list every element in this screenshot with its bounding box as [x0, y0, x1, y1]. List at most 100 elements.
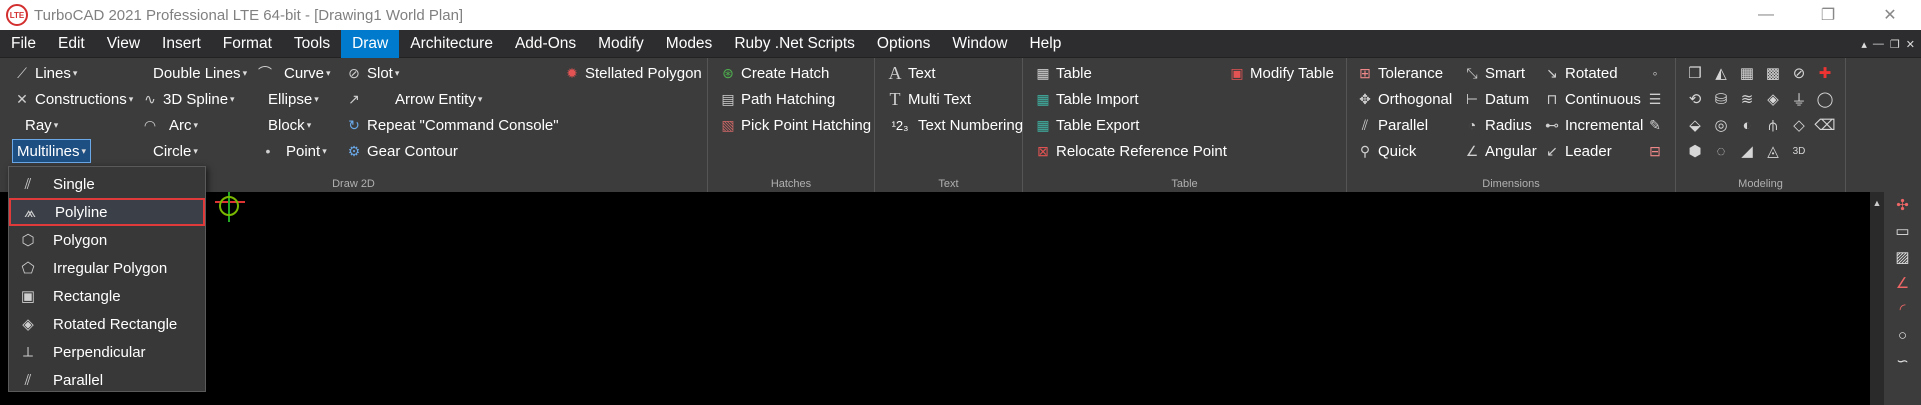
radius-dimension-button[interactable]: ◔ Radius [1462, 113, 1532, 137]
prism-icon[interactable]: ⫛ [1762, 114, 1784, 136]
menu-item-perpendicular[interactable]: ⟂ Perpendicular [9, 338, 205, 366]
fillet-icon[interactable]: ◐ [1736, 114, 1758, 136]
eraser-icon[interactable]: ⌫ [1814, 114, 1836, 136]
cube-icon[interactable]: ⬢ [1684, 140, 1706, 162]
gear-contour-button[interactable]: ⚙ Gear Contour [344, 139, 458, 163]
cylinder-icon[interactable]: ⛁ [1710, 88, 1732, 110]
continuous-dimension-button[interactable]: ⊓ Continuous [1542, 87, 1641, 111]
menu-item-parallel[interactable]: ⫽ Parallel [9, 366, 205, 394]
datum-dimension-button[interactable]: ⊢ Datum [1462, 87, 1529, 111]
lines-button[interactable]: ⟋ Lines ▾ [12, 61, 77, 85]
menu-add-ons[interactable]: Add-Ons [504, 30, 587, 58]
torus-icon[interactable]: ◎ [1710, 114, 1732, 136]
shade-icon[interactable]: ◢ [1736, 140, 1758, 162]
scroll-up-icon[interactable]: ▲ [1870, 192, 1884, 208]
menu-tools[interactable]: Tools [283, 30, 341, 58]
menu-item-rotated-rectangle[interactable]: ◈ Rotated Rectangle [9, 310, 205, 338]
menu-modes[interactable]: Modes [655, 30, 724, 58]
stellated-polygon-button[interactable]: ✹ Stellated Polygon [562, 61, 702, 85]
doc-restore-icon[interactable]: ❐ [1890, 38, 1900, 51]
rectangle-tool-icon[interactable]: ▭ [1884, 218, 1921, 244]
draft-icon[interactable]: ◬ [1762, 140, 1784, 162]
close-button[interactable]: ✕ [1859, 0, 1921, 30]
revolve-icon[interactable]: ⟲ [1684, 88, 1706, 110]
text-button[interactable]: A Text [885, 61, 936, 85]
drawing-canvas[interactable] [0, 192, 1870, 405]
ray-button[interactable]: Ray ▾ [25, 113, 58, 137]
ribbon-collapse-icon[interactable]: ▴ [1861, 38, 1867, 51]
create-hatch-button[interactable]: ⊛ Create Hatch [718, 61, 829, 85]
shell-icon[interactable]: ◈ [1762, 88, 1784, 110]
doc-close-icon[interactable]: ✕ [1906, 38, 1915, 51]
dim-extra-3-button[interactable]: ✎ [1645, 113, 1668, 137]
slice-icon[interactable]: ◇ [1788, 114, 1810, 136]
image-tool-icon[interactable]: ▨ [1884, 244, 1921, 270]
menu-format[interactable]: Format [212, 30, 283, 58]
menu-draw[interactable]: Draw [341, 29, 400, 58]
minimize-button[interactable]: — [1735, 0, 1797, 30]
parallel-dimension-button[interactable]: ⫽ Parallel [1355, 113, 1428, 137]
repeat-command-console-button[interactable]: ↻ Repeat "Command Console" [344, 113, 558, 137]
incremental-dimension-button[interactable]: ⊷ Incremental [1542, 113, 1643, 137]
ellipse-button[interactable]: Ellipse ▾ [268, 87, 319, 111]
multi-text-button[interactable]: T Multi Text [885, 87, 972, 111]
block-button[interactable]: Block ▾ [268, 113, 311, 137]
menu-view[interactable]: View [96, 30, 151, 58]
dim-extra-1-button[interactable]: ◦ [1645, 61, 1668, 85]
text-3d-icon[interactable]: 3D [1788, 140, 1810, 162]
sphere-icon[interactable]: ◯ [1814, 88, 1836, 110]
box-icon[interactable]: ❒ [1684, 62, 1706, 84]
dim-extra-2-button[interactable]: ☰ [1645, 87, 1668, 111]
menu-item-polyline[interactable]: ⩕ Polyline [9, 198, 205, 226]
rotated-dimension-button[interactable]: ↘ Rotated [1542, 61, 1617, 85]
snap-icon[interactable]: ✣ [1884, 192, 1921, 218]
menu-help[interactable]: Help [1018, 30, 1072, 58]
tolerance-button[interactable]: ⊞ Tolerance [1355, 61, 1443, 85]
quick-dimension-button[interactable]: ⚲ Quick [1355, 139, 1416, 163]
multilines-button[interactable]: Multilines ▾ [12, 139, 92, 163]
menu-ruby-net-scripts[interactable]: Ruby .Net Scripts [723, 30, 866, 58]
loft-icon[interactable]: ◌ [1710, 140, 1732, 162]
menu-window[interactable]: Window [941, 30, 1018, 58]
menu-options[interactable]: Options [866, 30, 941, 58]
path-hatching-button[interactable]: ▤ Path Hatching [718, 87, 835, 111]
angle-tool-icon[interactable]: ∠ [1884, 270, 1921, 296]
table-import-button[interactable]: ▦ Table Import [1033, 87, 1138, 111]
menu-insert[interactable]: Insert [151, 30, 212, 58]
wedge-icon[interactable]: ◭ [1710, 62, 1732, 84]
curve-button[interactable]: ⌒ Curve ▾ [255, 61, 331, 85]
orthogonal-button[interactable]: ✥ Orthogonal [1355, 87, 1452, 111]
add-solid-icon[interactable]: ✚ [1814, 62, 1836, 84]
modify-table-button[interactable]: ▣ Modify Table [1227, 61, 1334, 85]
cone-icon[interactable]: ⏚ [1788, 88, 1810, 110]
subtract-icon[interactable]: ⊘ [1788, 62, 1810, 84]
menu-item-polygon[interactable]: ⬡ Polygon [9, 226, 205, 254]
angular-dimension-button[interactable]: ∠ Angular [1462, 139, 1537, 163]
relocate-reference-point-button[interactable]: ⊠ Relocate Reference Point [1033, 139, 1227, 163]
grid-icon[interactable]: ▦ [1736, 62, 1758, 84]
doc-minimize-icon[interactable]: — [1873, 38, 1884, 50]
leader-dimension-button[interactable]: ↙ Leader [1542, 139, 1612, 163]
arc-tool-icon[interactable]: ◜ [1884, 296, 1921, 322]
spline-tool-icon[interactable]: ∽ [1884, 348, 1921, 374]
arc-button[interactable]: ◠ Arc ▾ [140, 113, 198, 137]
menu-file[interactable]: File [0, 30, 47, 58]
layers-icon[interactable]: ≋ [1736, 88, 1758, 110]
double-lines-button[interactable]: Double Lines ▾ [153, 61, 247, 85]
pick-point-hatching-button[interactable]: ▧ Pick Point Hatching [718, 113, 871, 137]
text-numbering-button[interactable]: ¹2₃ Text Numbering [885, 113, 1023, 137]
circle-tool-icon[interactable]: ○ [1884, 322, 1921, 348]
constructions-button[interactable]: ✕ Constructions ▾ [12, 87, 133, 111]
menu-edit[interactable]: Edit [47, 30, 96, 58]
extrude-icon[interactable]: ⬙ [1684, 114, 1706, 136]
table-button[interactable]: ▦ Table [1033, 61, 1091, 85]
3d-spline-button[interactable]: ∿ 3D Spline ▾ [140, 87, 234, 111]
menu-item-rectangle[interactable]: ▣ Rectangle [9, 282, 205, 310]
menu-item-single[interactable]: ⫽ Single [9, 170, 205, 198]
dim-extra-4-button[interactable]: ⊟ [1645, 139, 1668, 163]
table-export-button[interactable]: ▦ Table Export [1033, 113, 1139, 137]
smart-dimension-button[interactable]: ⤡ Smart [1462, 61, 1525, 85]
menu-modify[interactable]: Modify [587, 30, 655, 58]
menu-architecture[interactable]: Architecture [399, 30, 504, 58]
maximize-button[interactable]: ❐ [1797, 0, 1859, 30]
